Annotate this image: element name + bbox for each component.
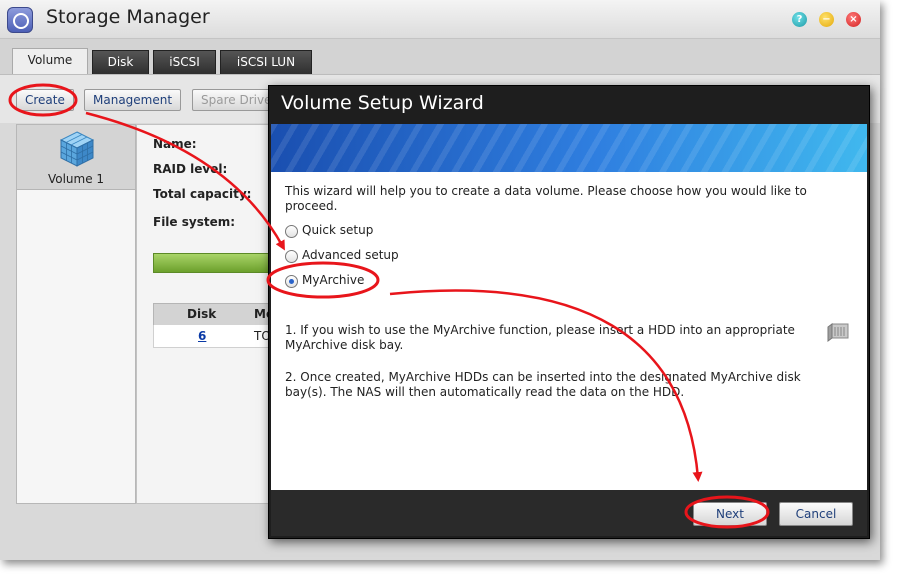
disk-table: Disk Mo 6 TO bbox=[153, 303, 285, 349]
capacity-progress-bar bbox=[153, 253, 285, 273]
hdd-icon bbox=[827, 323, 849, 342]
name-label: Name: bbox=[153, 137, 197, 151]
radio-quick-setup[interactable] bbox=[285, 225, 298, 238]
management-button[interactable]: Management bbox=[84, 89, 182, 111]
tab-disk[interactable]: Disk bbox=[92, 50, 149, 74]
cube-icon bbox=[59, 131, 95, 167]
radio-advanced-setup[interactable] bbox=[285, 250, 298, 263]
table-row: 6 TO bbox=[153, 325, 285, 348]
wizard-intro-text: This wizard will help you to create a da… bbox=[285, 184, 807, 213]
tab-iscsi-lun[interactable]: iSCSI LUN bbox=[220, 50, 312, 74]
tab-volume[interactable]: Volume bbox=[12, 48, 88, 74]
tab-iscsi[interactable]: iSCSI bbox=[153, 50, 216, 74]
table-header: Disk Mo bbox=[153, 303, 285, 326]
minimize-icon[interactable]: − bbox=[819, 12, 834, 27]
raid-level-label: RAID level: bbox=[153, 162, 228, 176]
storage-manager-app-icon bbox=[7, 7, 33, 33]
myarchive-note-2: 2. Once created, MyArchive HDDs can be i… bbox=[285, 370, 801, 399]
radio-label: MyArchive bbox=[302, 273, 365, 287]
volume-details: Name: RAID level: Total capacity: File s… bbox=[136, 124, 285, 504]
title-bar: Storage Manager ? − × bbox=[0, 0, 880, 39]
tab-bar: Volume Disk iSCSI iSCSI LUN bbox=[0, 39, 880, 74]
window-title: Storage Manager bbox=[46, 6, 210, 28]
radio-label: Advanced setup bbox=[302, 248, 399, 262]
volume-list-item[interactable]: Volume 1 bbox=[17, 125, 135, 190]
radio-label: Quick setup bbox=[302, 223, 374, 237]
total-capacity-label: Total capacity: bbox=[153, 187, 252, 201]
dialog-banner bbox=[271, 124, 867, 172]
close-icon[interactable]: × bbox=[846, 12, 861, 27]
create-button[interactable]: Create bbox=[16, 89, 74, 111]
dialog-footer: Next Cancel bbox=[271, 490, 867, 536]
dialog-body: This wizard will help you to create a da… bbox=[271, 172, 867, 490]
volume-label: Volume 1 bbox=[47, 172, 105, 186]
file-system-label: File system: bbox=[153, 215, 236, 229]
spare-drive-button[interactable]: Spare Drive bbox=[192, 89, 276, 111]
myarchive-note-1: 1. If you wish to use the MyArchive func… bbox=[285, 323, 795, 352]
volume-list: Volume 1 bbox=[16, 124, 136, 504]
volume-setup-wizard-dialog: Volume Setup Wizard This wizard will hel… bbox=[268, 85, 870, 539]
dialog-title: Volume Setup Wizard bbox=[281, 92, 484, 114]
help-icon[interactable]: ? bbox=[792, 12, 807, 27]
column-header-disk: Disk bbox=[187, 307, 217, 321]
disk-link[interactable]: 6 bbox=[198, 329, 206, 343]
radio-myarchive[interactable] bbox=[285, 275, 298, 288]
cancel-button[interactable]: Cancel bbox=[779, 502, 853, 526]
next-button[interactable]: Next bbox=[693, 502, 767, 526]
